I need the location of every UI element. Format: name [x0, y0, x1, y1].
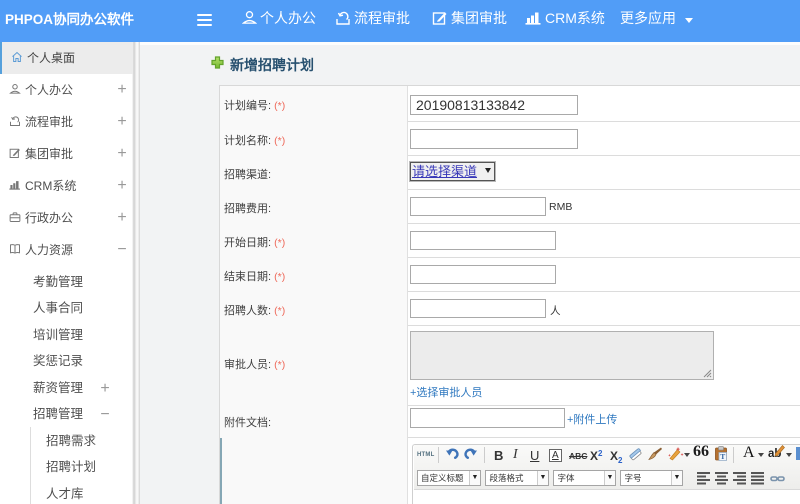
svg-text:T: T — [720, 452, 725, 461]
